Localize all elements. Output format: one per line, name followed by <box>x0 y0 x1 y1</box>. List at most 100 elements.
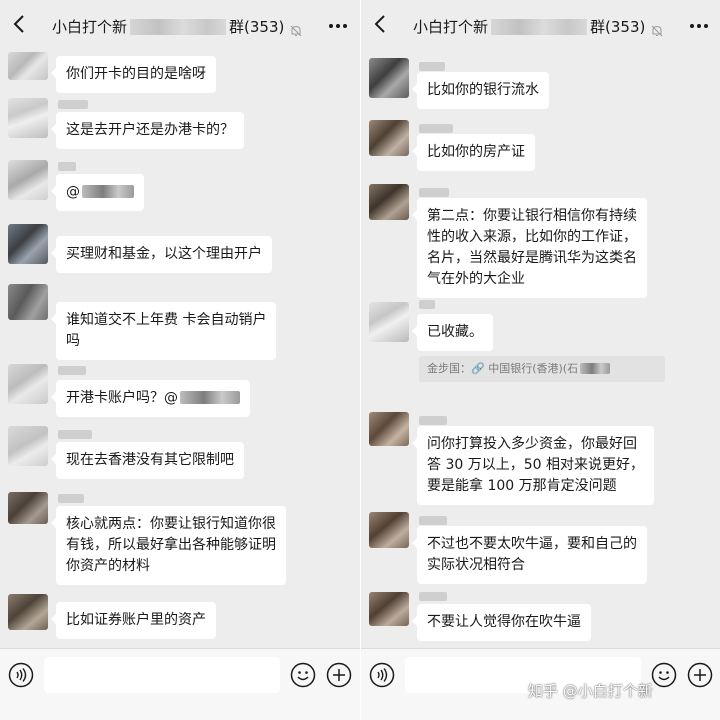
message-text: 你资产的材料 <box>66 558 150 574</box>
chat-title: 小白打个新 群(353) <box>52 18 284 36</box>
message-text: 现在去香港没有其它限制吧 <box>66 452 234 468</box>
avatar[interactable] <box>8 594 48 630</box>
message-text: 比如证券账户里的资产 <box>66 612 206 628</box>
message-text: 比如你的银行流水 <box>427 82 539 98</box>
avatar[interactable] <box>8 160 48 200</box>
message-bubble[interactable]: @ <box>51 174 144 211</box>
message-bubble[interactable]: 第二点：你要让银行相信你有持续 性的收入来源，比如你的工作证， 名片，当然最好是… <box>412 198 647 298</box>
message-bubble[interactable]: 问你打算投入多少资金，你最好回 答 30 万以上，50 相对来说更好， 要是能拿… <box>412 426 654 505</box>
chat-title-name: 小白打个新 <box>413 18 489 36</box>
chat-title-suffix: 群(353) <box>229 18 285 36</box>
message-text: 吗 <box>66 333 80 349</box>
message-bubble[interactable]: 不要让人觉得你在吹牛逼 <box>412 604 591 641</box>
more-dots-icon[interactable] <box>328 22 348 30</box>
avatar[interactable] <box>369 58 409 98</box>
redacted-mention <box>82 185 134 198</box>
sender-name <box>419 416 447 425</box>
avatar[interactable] <box>369 302 409 342</box>
avatar[interactable] <box>8 492 48 524</box>
avatar[interactable] <box>8 426 48 466</box>
message-bubble[interactable]: 谁知道交不上年费 卡会自动销户 吗 <box>50 302 277 360</box>
message-text: 实际状况相符合 <box>427 557 525 573</box>
system-nav-bar <box>0 700 360 720</box>
emoji-icon[interactable] <box>651 662 677 688</box>
message-text: @ <box>66 182 134 203</box>
message-text: 有钱，所以最好拿出各种能够证明 <box>66 537 276 553</box>
message-bubble[interactable]: 你们开卡的目的是啥呀 <box>51 56 216 93</box>
right-chat-panel: 小白打个新 群(353) 比如你的银行流水 比如你的房产证 第二点：你要让银行相… <box>360 0 720 720</box>
message-text: 不过也不要太吹牛逼，要和自己的 <box>427 536 637 552</box>
message-bubble[interactable]: 比如证券账户里的资产 <box>51 602 216 639</box>
avatar[interactable] <box>369 412 409 446</box>
message-text-content: 开港卡账户吗？@ <box>66 390 178 406</box>
redacted-quote-part <box>580 363 611 374</box>
message-text: 名片，当然最好是腾讯华为这类名 <box>427 250 637 266</box>
message-bubble[interactable]: 已收藏。 <box>412 314 493 351</box>
emoji-icon[interactable] <box>290 662 316 688</box>
sender-name <box>58 100 88 109</box>
sender-name <box>419 300 435 309</box>
avatar[interactable] <box>8 98 48 138</box>
message-bubble[interactable]: 核心就两点：你要让银行知道你很 有钱，所以最好拿出各种能够证明 你资产的材料 <box>51 506 286 585</box>
message-text: 性的收入来源，比如你的工作证， <box>427 229 637 245</box>
system-nav-bar <box>361 700 720 720</box>
sender-name <box>58 430 92 439</box>
voice-input-icon[interactable] <box>8 662 34 688</box>
message-input[interactable] <box>44 657 280 693</box>
redacted-title-part <box>491 19 588 35</box>
sender-name <box>419 592 447 601</box>
avatar[interactable] <box>369 592 409 626</box>
sender-name <box>419 124 453 133</box>
message-text: 已收藏。 <box>427 324 483 340</box>
avatar[interactable] <box>8 284 48 320</box>
message-bubble[interactable]: 不过也不要太吹牛逼，要和自己的 实际状况相符合 <box>412 526 647 584</box>
chat-title-name: 小白打个新 <box>52 18 128 36</box>
more-dots-icon[interactable] <box>689 22 709 30</box>
mention-symbol: @ <box>66 184 80 200</box>
zhihu-watermark: 知乎 @小白打个新 <box>528 682 653 700</box>
message-bubble[interactable]: 现在去香港没有其它限制吧 <box>51 442 244 479</box>
voice-input-icon[interactable] <box>369 662 395 688</box>
message-bubble[interactable]: 比如你的房产证 <box>412 134 535 171</box>
message-text: 开港卡账户吗？@ <box>66 388 240 409</box>
message-text: 谁知道交不上年费 卡会自动销户 <box>66 312 267 328</box>
message-text: 答 30 万以上，50 相对来说更好， <box>427 457 644 473</box>
message-bubble[interactable]: 这是去开户还是办港卡的？ <box>51 112 244 149</box>
message-text: 要是能拿 100 万那肯定没问题 <box>427 478 617 494</box>
sender-name <box>58 366 86 375</box>
avatar[interactable] <box>369 512 409 548</box>
mute-bell-icon <box>651 25 663 37</box>
plus-icon[interactable] <box>326 662 352 688</box>
quoted-text: 金步国：🔗 中国银行(香港)(石 <box>427 362 579 375</box>
left-chat-panel: 小白打个新 群(353) 你们开卡的目的是啥呀 这是去开户还是办港卡的？ @ 买… <box>0 0 360 720</box>
sender-name <box>419 62 445 71</box>
mute-bell-icon <box>290 25 302 37</box>
message-text: 你们开卡的目的是啥呀 <box>66 66 206 82</box>
message-text: 气在外的大企业 <box>427 271 525 287</box>
back-arrow-icon[interactable] <box>367 10 395 38</box>
chat-header: 小白打个新 群(353) <box>361 0 720 50</box>
message-text: 第二点：你要让银行相信你有持续 <box>427 208 637 224</box>
message-bubble[interactable]: 比如你的银行流水 <box>412 72 549 109</box>
sender-name <box>58 494 84 503</box>
sender-name <box>419 188 449 197</box>
avatar[interactable] <box>8 224 48 264</box>
plus-icon[interactable] <box>687 662 713 688</box>
message-text: 核心就两点：你要让银行知道你很 <box>66 516 276 532</box>
avatar[interactable] <box>8 364 48 404</box>
chat-screenshot: 小白打个新 群(353) 你们开卡的目的是啥呀 这是去开户还是办港卡的？ @ 买… <box>0 0 720 720</box>
avatar[interactable] <box>369 120 409 156</box>
message-bubble[interactable]: 开港卡账户吗？@ <box>51 380 250 417</box>
message-text: 比如你的房产证 <box>427 144 525 160</box>
avatar[interactable] <box>369 184 409 220</box>
chat-header: 小白打个新 群(353) <box>0 0 360 50</box>
sender-name <box>58 162 76 171</box>
back-arrow-icon[interactable] <box>6 10 34 38</box>
avatar[interactable] <box>8 52 48 80</box>
input-bar <box>0 648 360 700</box>
message-text: 这是去开户还是办港卡的？ <box>66 122 234 138</box>
chat-title-suffix: 群(353) <box>590 18 646 36</box>
message-text: 买理财和基金，以这个理由开户 <box>66 246 262 262</box>
quoted-message[interactable]: 金步国：🔗 中国银行(香港)(石 <box>419 356 665 382</box>
message-bubble[interactable]: 买理财和基金，以这个理由开户 <box>51 236 272 273</box>
